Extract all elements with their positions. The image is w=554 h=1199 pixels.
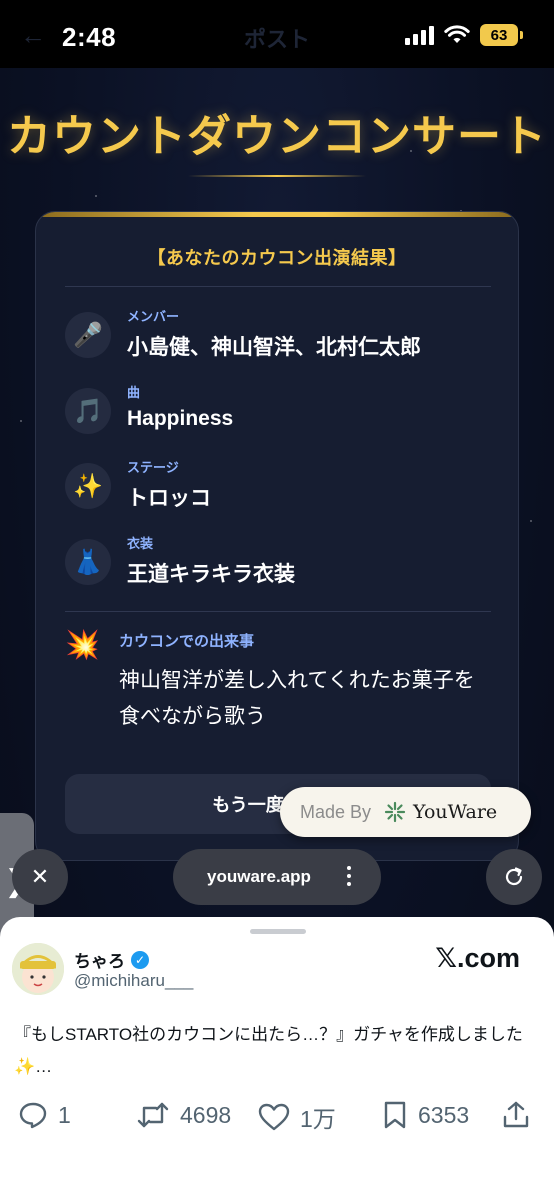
x-com-logo[interactable]: 𝕏.com [435, 943, 520, 974]
row-value: トロッコ [127, 487, 211, 510]
tweet-sheet: ちゃろ ✓ @michiharu___ 𝕏.com 『もしSTARTO社のカウコ… [0, 917, 554, 1199]
bookmark-count: 6353 [418, 1101, 470, 1128]
verified-badge-icon: ✓ [131, 950, 149, 969]
avatar[interactable] [12, 943, 64, 995]
more-vertical-icon[interactable] [347, 866, 351, 886]
cellular-signal-icon [405, 25, 434, 45]
close-icon: ✕ [30, 864, 50, 889]
row-value: 王道キラキラ衣装 [127, 563, 295, 586]
retry-button-label: もう一度 [212, 795, 284, 815]
status-time: 2:48 [62, 22, 117, 52]
row-label: 曲 [127, 385, 141, 400]
sparkles-icon: ✨ [65, 463, 111, 509]
tweet-author[interactable]: ちゃろ ✓ [74, 947, 149, 972]
made-by-label: Made By [300, 801, 372, 822]
collision-icon: 💥 [65, 629, 100, 660]
card-accent-bar [36, 212, 518, 217]
dress-icon: 👗 [65, 539, 111, 585]
event-label: カウコンでの出来事 [119, 633, 255, 650]
display-name: ちゃろ [74, 952, 125, 971]
share-icon [503, 1101, 529, 1128]
result-row-song: 🎵 曲 Happiness [65, 385, 234, 434]
bookmark-icon [384, 1101, 406, 1129]
result-card: 【あなたのカウコン出演結果】 🎤 メンバー 小島健、神山智洋、北村仁太郎 🎵 曲… [35, 211, 519, 861]
page-title: カウントダウンコンサート [7, 112, 547, 161]
url-text: youware.app [207, 867, 311, 886]
event-description: 神山智洋が差し入れてくれたお菓子を 食べながら歌う [119, 663, 499, 735]
reply-button[interactable]: 1 [18, 1100, 71, 1130]
wifi-icon [444, 25, 470, 43]
reload-button[interactable] [486, 849, 542, 905]
repost-button[interactable]: 4698 [136, 1100, 231, 1130]
made-by-youware-badge[interactable]: Made By YouWare [280, 787, 531, 837]
title-divider [188, 175, 366, 177]
status-bar: ← ポスト 2:48 63 [0, 0, 554, 68]
repost-icon [137, 1102, 169, 1128]
row-value: Happiness [127, 407, 234, 430]
row-label: 衣装 [127, 536, 154, 551]
result-row-stage: ✨ ステージ トロッコ [65, 460, 211, 512]
tweet-actions: 1 4698 1万 6353 [0, 1100, 554, 1140]
url-bar[interactable]: youware.app [173, 849, 381, 905]
card-heading: 【あなたのカウコン出演結果】 [147, 248, 407, 268]
reload-icon [505, 867, 523, 886]
avatar-image [12, 943, 64, 995]
share-button[interactable] [502, 1100, 530, 1130]
event-line-2: 食べながら歌う [119, 705, 266, 728]
status-icons: 63 [405, 24, 523, 46]
battery-level: 63 [490, 26, 508, 44]
sheet-grabber[interactable] [250, 929, 306, 934]
event-line-1: 神山智洋が差し入れてくれたお菓子を [119, 669, 475, 692]
youware-logo-icon [384, 801, 406, 823]
bookmark-button[interactable]: 6353 [382, 1100, 469, 1130]
microphone-icon: 🎤 [65, 312, 111, 358]
repost-count: 4698 [180, 1101, 232, 1128]
result-row-costume: 👗 衣装 王道キラキラ衣装 [65, 536, 295, 588]
card-divider-top [65, 286, 491, 287]
row-label: メンバー [127, 309, 180, 324]
youware-brand: YouWare [413, 801, 498, 823]
heart-icon [258, 1103, 290, 1131]
battery-icon: 63 [480, 24, 523, 46]
like-count: 1万 [300, 1106, 336, 1132]
card-divider-bottom [65, 611, 491, 612]
reply-count: 1 [58, 1101, 71, 1128]
close-button[interactable]: ✕ [12, 849, 68, 905]
result-row-member: 🎤 メンバー 小島健、神山智洋、北村仁太郎 [65, 309, 421, 361]
tweet-handle[interactable]: @michiharu___ [74, 971, 193, 991]
event-section: 💥 カウコンでの出来事 神山智洋が差し入れてくれたお菓子を 食べながら歌う [65, 628, 499, 735]
music-notes-icon: 🎵 [65, 388, 111, 434]
reply-icon [19, 1102, 47, 1129]
like-button[interactable]: 1万 [258, 1100, 336, 1134]
row-value: 小島健、神山智洋、北村仁太郎 [127, 336, 421, 359]
tweet-text: 『もしSTARTO社のカウコンに出たら…？』ガチャを作成しました✨… [14, 1025, 523, 1076]
row-label: ステージ [127, 460, 179, 475]
